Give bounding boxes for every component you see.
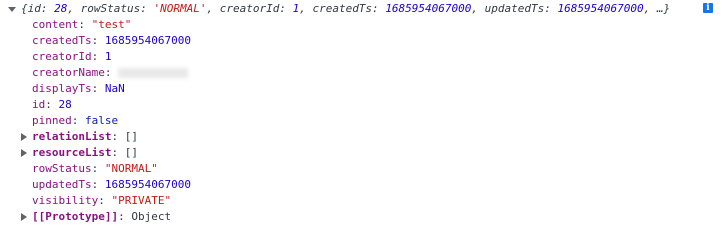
summary-key: id: — [27, 2, 55, 15]
property-colon: : — [78, 18, 92, 31]
property-colon: : — [91, 50, 105, 63]
redacted-value — [118, 68, 189, 78]
property-key: creatorId — [32, 50, 92, 63]
property-value: 1685954067000 — [104, 178, 191, 191]
property-colon: : — [91, 178, 105, 191]
property-key: visibility — [32, 194, 99, 207]
expand-arrow-icon[interactable] — [21, 213, 27, 221]
property-colon: : — [118, 210, 132, 223]
property-key: creatorName — [32, 66, 105, 79]
property-key: displayTs — [32, 82, 92, 95]
property-key: relationList — [32, 130, 112, 143]
summary-key: updatedTs: — [484, 2, 558, 15]
property-colon: : — [91, 34, 105, 47]
property-colon: : — [98, 194, 112, 207]
property-row: visibility: "PRIVATE" — [32, 193, 171, 209]
property-key: pinned — [32, 114, 72, 127]
property-row: updatedTs: 1685954067000 — [32, 177, 191, 193]
property-value: "test" — [91, 18, 132, 31]
summary-value: 1685954067000 — [557, 2, 644, 15]
property-value: "NORMAL" — [104, 162, 158, 175]
property-key: [[Prototype]] — [32, 210, 119, 223]
property-row: rowStatus: "NORMAL" — [32, 161, 158, 177]
property-value: NaN — [104, 82, 125, 95]
property-colon: : — [111, 130, 125, 143]
property-row: content: "test" — [32, 17, 131, 33]
expand-toggle-icon[interactable] — [8, 6, 16, 12]
property-key: createdTs — [32, 34, 92, 47]
summary-value: 1685954067000 — [385, 2, 472, 15]
object-summary: {id: 28, rowStatus: 'NORMAL', creatorId:… — [21, 2, 670, 15]
property-value: 1685954067000 — [104, 34, 191, 47]
property-key: resourceList — [32, 146, 112, 159]
info-icon[interactable]: i — [703, 3, 713, 13]
property-key: updatedTs — [32, 178, 92, 191]
property-value: [] — [124, 130, 138, 143]
property-key: id — [32, 98, 46, 111]
property-value: false — [85, 114, 119, 127]
summary-separator: , — [67, 2, 81, 15]
property-value: "PRIVATE" — [111, 194, 172, 207]
summary-separator: , — [206, 2, 220, 15]
summary-open-brace: { — [21, 2, 28, 15]
property-key: rowStatus — [32, 162, 92, 175]
expand-arrow-icon[interactable] — [21, 149, 27, 157]
property-row[interactable]: relationList: [] — [21, 129, 138, 145]
property-row: creatorId: 1 — [32, 49, 111, 65]
property-colon: : — [45, 98, 59, 111]
property-value: 1 — [104, 50, 112, 63]
property-row: creatorName: — [32, 65, 189, 81]
summary-key: creatorId: — [219, 2, 293, 15]
property-row: pinned: false — [32, 113, 118, 129]
property-colon: : — [91, 162, 105, 175]
property-value: 28 — [58, 98, 72, 111]
summary-separator: , — [643, 2, 657, 15]
property-row[interactable]: resourceList: [] — [21, 145, 138, 161]
property-value: [] — [124, 146, 138, 159]
property-colon: : — [91, 82, 105, 95]
summary-key: createdTs: — [312, 2, 386, 15]
property-colon: : — [111, 146, 125, 159]
property-key: content — [32, 18, 79, 31]
property-colon: : — [104, 66, 119, 79]
property-value: Object — [131, 210, 172, 223]
expand-arrow-icon[interactable] — [21, 133, 27, 141]
property-row: displayTs: NaN — [32, 81, 125, 97]
summary-separator: , — [471, 2, 485, 15]
summary-key: rowStatus: — [80, 2, 154, 15]
property-row[interactable]: [[Prototype]]: Object — [21, 209, 171, 225]
summary-ellipsis: …} — [656, 2, 671, 15]
property-colon: : — [71, 114, 85, 127]
object-summary-row[interactable]: {id: 28, rowStatus: 'NORMAL', creatorId:… — [8, 1, 670, 17]
summary-value: 28 — [54, 2, 68, 15]
summary-separator: , — [299, 2, 313, 15]
property-row: id: 28 — [32, 97, 72, 113]
property-row: createdTs: 1685954067000 — [32, 33, 191, 49]
summary-value: 'NORMAL' — [153, 2, 207, 15]
